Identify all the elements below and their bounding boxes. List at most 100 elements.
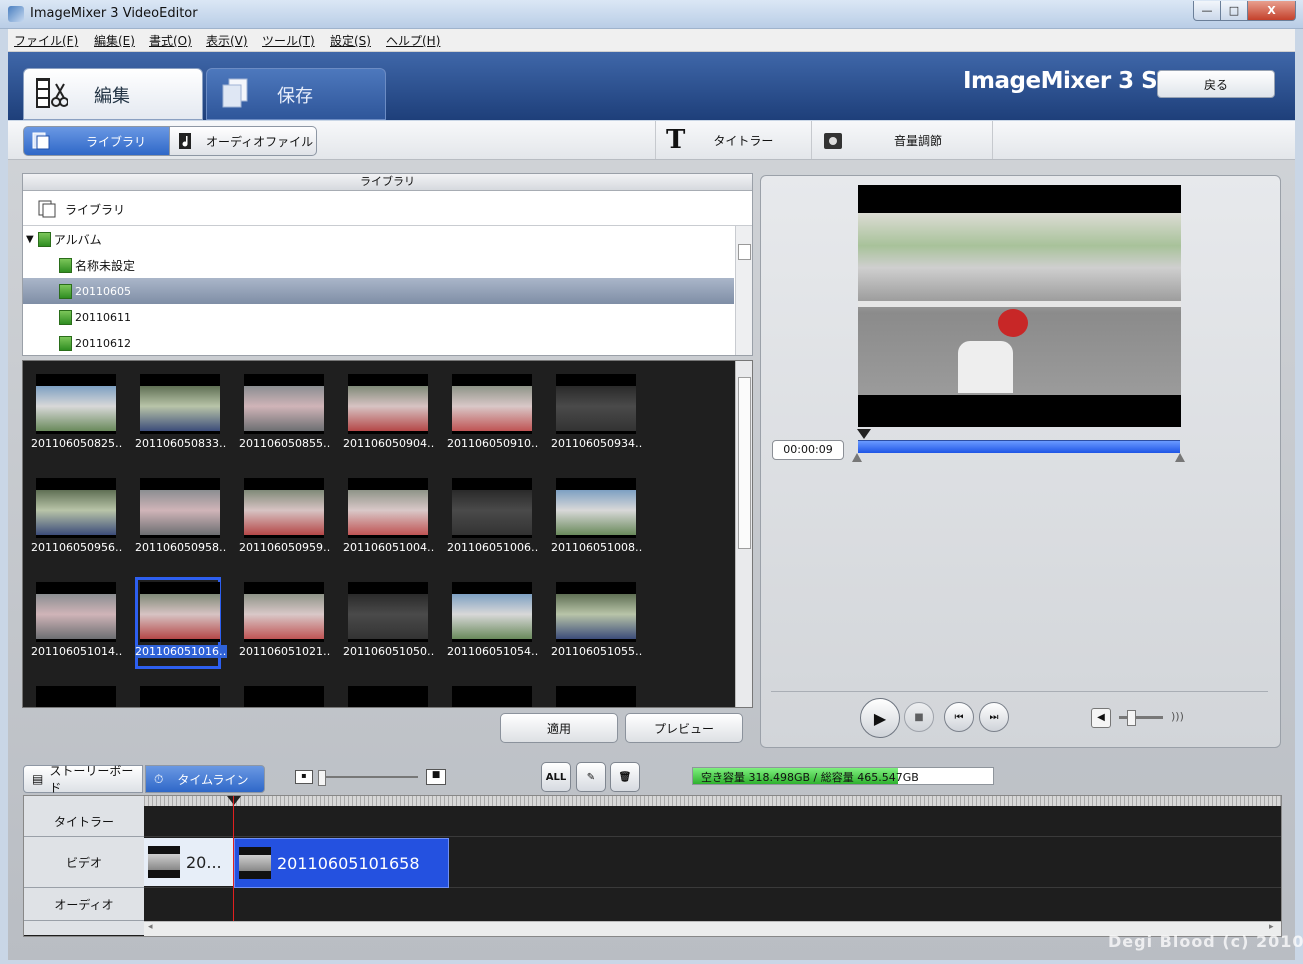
- clip-thumbnail[interactable]: 201106051008…: [551, 473, 643, 565]
- back-button[interactable]: 戻る: [1157, 70, 1275, 98]
- menu-edit[interactable]: 編集(E): [94, 32, 135, 49]
- apply-button[interactable]: 適用: [500, 713, 618, 743]
- volume-adjust-label: 音量調節: [894, 133, 943, 148]
- zoom-slider-thumb[interactable]: [318, 770, 326, 786]
- clip-thumbnail[interactable]: 201106051055…: [551, 577, 643, 669]
- menu-file[interactable]: ファイル(F): [14, 32, 78, 49]
- effect-button[interactable]: ✎: [576, 762, 606, 792]
- previous-button[interactable]: ⏮: [944, 702, 974, 732]
- menu-settings[interactable]: 設定(S): [330, 32, 371, 49]
- thumbnail-image[interactable]: [348, 686, 428, 707]
- tab-edit[interactable]: 編集: [23, 68, 203, 120]
- playhead-line: [233, 796, 234, 921]
- clip-thumbnail[interactable]: 201106050934…: [551, 369, 643, 461]
- library-button[interactable]: ライブラリ: [23, 126, 171, 156]
- clip-thumbnail[interactable]: 201106050904…: [343, 369, 435, 461]
- album-item[interactable]: 20110612: [23, 330, 734, 356]
- thumbnail-image[interactable]: [556, 686, 636, 707]
- timeline-clip[interactable]: 20...: [144, 838, 233, 886]
- menu-tools[interactable]: ツール(T): [262, 32, 315, 49]
- clip-thumbnail[interactable]: 201106051006…: [447, 473, 539, 565]
- stopwatch-icon: ⏱: [154, 771, 164, 786]
- seek-marker-icon[interactable]: [857, 429, 872, 439]
- close-button[interactable]: X: [1247, 1, 1296, 21]
- library-scrollbar[interactable]: [735, 226, 752, 355]
- album-label: アルバム: [53, 232, 102, 247]
- menu-view[interactable]: 表示(V): [206, 32, 248, 49]
- clip-thumbnail[interactable]: 201106050825…: [31, 369, 123, 461]
- timeline-clip-selected[interactable]: 20110605101658: [234, 838, 449, 888]
- volume-adjust-button[interactable]: 音量調節: [811, 121, 993, 159]
- zoom-out-icon[interactable]: ▪: [295, 770, 313, 784]
- storyboard-tab[interactable]: ▤ ストーリーボード: [23, 764, 143, 795]
- clip-thumbnail[interactable]: 201106051016…: [135, 577, 227, 669]
- film-scissors-icon: [36, 78, 68, 108]
- skip-back-icon: ⏮: [954, 711, 964, 723]
- timeline-tab[interactable]: ⏱ タイムライン: [145, 765, 265, 793]
- clip-thumbnail[interactable]: 201106050855…: [239, 369, 331, 461]
- zoom-slider[interactable]: [318, 770, 418, 786]
- tab-save[interactable]: 保存: [206, 68, 386, 120]
- audio-file-button[interactable]: オーディオファイル: [169, 126, 317, 156]
- play-button[interactable]: ▶: [860, 698, 900, 738]
- clip-thumbnail[interactable]: 201106051050…: [343, 577, 435, 669]
- thumbnail-image[interactable]: [244, 686, 324, 707]
- clip-thumbnail[interactable]: 201106051014…: [31, 577, 123, 669]
- album-item[interactable]: 20110611: [23, 304, 734, 330]
- delete-button[interactable]: 🗑: [610, 762, 640, 792]
- menu-help[interactable]: ヘルプ(H): [386, 32, 440, 49]
- library-scroll-thumb[interactable]: [738, 244, 751, 260]
- thumbnail-scroll-thumb[interactable]: [738, 377, 751, 549]
- watermark: Degi Blood (c) 2010: [1108, 932, 1303, 951]
- title-bar: ImageMixer 3 VideoEditor — □ X: [0, 0, 1303, 29]
- thumbnail-image[interactable]: [36, 686, 116, 707]
- in-point-icon[interactable]: [852, 453, 862, 462]
- clip-thumbnail[interactable]: 201106051004…: [343, 473, 435, 565]
- minimize-button[interactable]: —: [1193, 1, 1221, 21]
- scroll-right-icon[interactable]: ▸: [1269, 922, 1274, 932]
- library-icon: [32, 132, 50, 150]
- clip-thumbnail[interactable]: 201106050910…: [447, 369, 539, 461]
- disk-capacity-bar: 空き容量 318.498GB / 総容量 465.547GB: [692, 767, 994, 785]
- timeline: タイトラー ビデオ オーディオ 20... 20110605101658 ◂ ▸: [23, 795, 1282, 937]
- clip-thumbnail[interactable]: 201106050958…: [135, 473, 227, 565]
- thumbnail-caption: 201106050855…: [239, 437, 331, 450]
- library-root[interactable]: ライブラリ: [23, 191, 752, 226]
- clip-thumbnail[interactable]: 201106050959…: [239, 473, 331, 565]
- preview-button[interactable]: プレビュー: [625, 713, 743, 743]
- thumbnail-image: [36, 478, 116, 538]
- thumbnail-image[interactable]: [140, 686, 220, 707]
- time-ruler[interactable]: [144, 796, 1281, 806]
- album-item-icon: [59, 335, 72, 351]
- save-pages-icon: [222, 78, 248, 108]
- thumbnail-caption: 201106050825…: [31, 437, 123, 450]
- thumbnail-image: [556, 478, 636, 538]
- stop-button[interactable]: ■: [904, 702, 934, 732]
- thumbnail-caption: 201106051004…: [343, 541, 435, 554]
- zoom-in-icon[interactable]: ■: [426, 769, 446, 785]
- volume-slider-thumb[interactable]: [1127, 710, 1136, 726]
- maximize-button[interactable]: □: [1220, 1, 1248, 21]
- volume-slider[interactable]: [1119, 710, 1163, 726]
- clip-thumbnail[interactable]: 201106051054…: [447, 577, 539, 669]
- scroll-left-icon[interactable]: ◂: [148, 922, 153, 932]
- album-node[interactable]: ▼ アルバム: [23, 226, 734, 252]
- titler-button[interactable]: T タイトラー: [655, 121, 811, 159]
- skip-forward-icon: ⏭: [989, 711, 999, 723]
- clip-thumbnail[interactable]: 201106051021…: [239, 577, 331, 669]
- out-point-icon[interactable]: [1175, 453, 1185, 462]
- album-item[interactable]: 名称未設定: [23, 252, 734, 278]
- clip-thumbnail[interactable]: 201106050956…: [31, 473, 123, 565]
- playhead-marker-icon[interactable]: [227, 796, 241, 805]
- mute-button[interactable]: ◀: [1091, 708, 1111, 728]
- album-item[interactable]: 20110605: [23, 278, 734, 304]
- select-all-button[interactable]: ALL: [541, 762, 571, 792]
- expand-triangle-icon[interactable]: ▼: [26, 234, 34, 245]
- thumbnail-image[interactable]: [452, 686, 532, 707]
- menu-format[interactable]: 書式(O): [149, 32, 192, 49]
- thumbnail-image: [348, 374, 428, 434]
- next-button[interactable]: ⏭: [979, 702, 1009, 732]
- seek-bar[interactable]: [852, 429, 1185, 462]
- thumbnail-scrollbar[interactable]: [735, 361, 752, 707]
- clip-thumbnail[interactable]: 201106050833…: [135, 369, 227, 461]
